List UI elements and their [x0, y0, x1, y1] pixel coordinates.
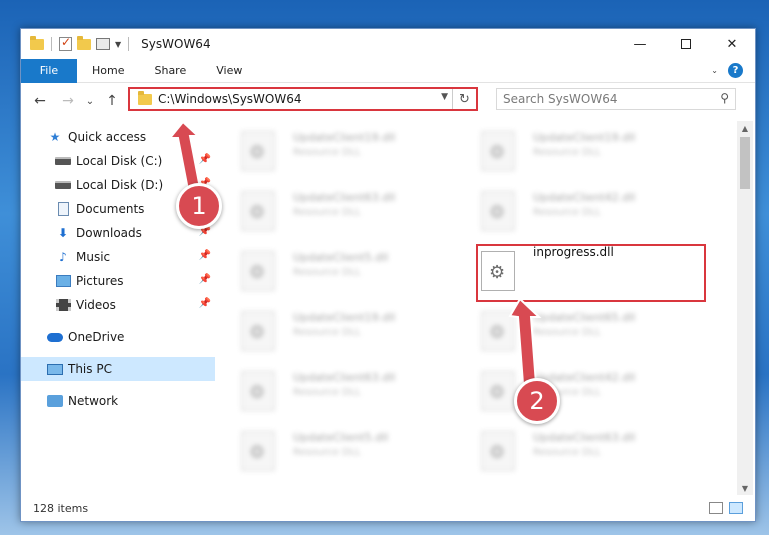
arrow-2 — [508, 297, 542, 385]
step-1-badge: 1 — [176, 183, 222, 229]
annotation-arrows — [167, 120, 542, 385]
step-2-badge: 2 — [514, 378, 560, 424]
arrow-1 — [167, 120, 202, 192]
